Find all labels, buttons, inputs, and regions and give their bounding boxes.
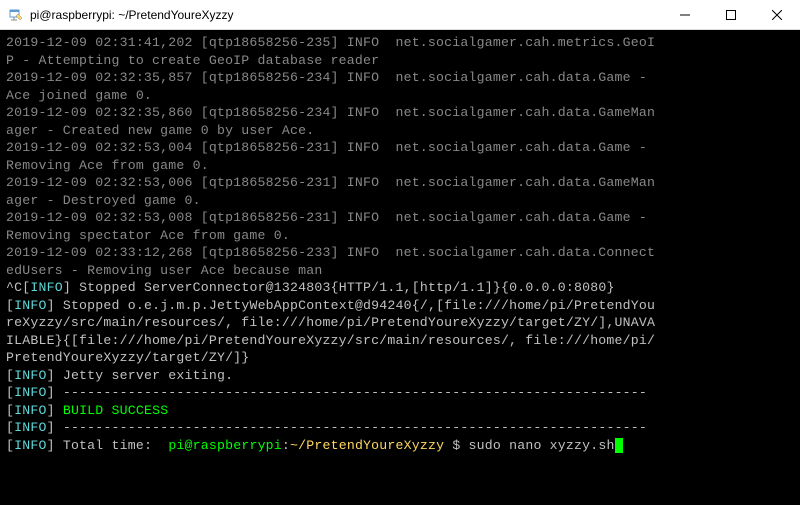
interrupt-signal: ^C — [6, 280, 22, 295]
log-text: Jetty server exiting. — [55, 368, 234, 383]
terminal-output[interactable]: 2019-12-09 02:31:41,202 [qtp18658256-235… — [0, 30, 800, 505]
separator-line: ----------------------------------------… — [55, 385, 647, 400]
log-text: Stopped o.e.j.m.p.JettyWebAppContext@d94… — [55, 298, 655, 313]
command-input[interactable]: sudo nano xyzzy.sh — [469, 438, 615, 453]
bracket: ] — [47, 368, 55, 383]
bracket: ] — [47, 420, 55, 435]
bracket: ] — [63, 280, 71, 295]
build-success: BUILD SUCCESS — [63, 403, 168, 418]
log-line: ager - Created new game 0 by user Ace. — [6, 123, 314, 138]
info-label: INFO — [14, 438, 46, 453]
log-line: 2019-12-09 02:32:35,860 [qtp18658256-234… — [6, 105, 655, 120]
info-label: INFO — [14, 368, 46, 383]
putty-icon — [8, 7, 24, 23]
bracket: [ — [6, 298, 14, 313]
bracket: ] — [47, 403, 55, 418]
bracket: ] — [47, 298, 55, 313]
info-label: INFO — [14, 420, 46, 435]
log-line: 2019-12-09 02:32:53,006 [qtp18658256-231… — [6, 175, 655, 190]
cursor-icon — [615, 438, 623, 453]
prompt-end: $ — [444, 438, 468, 453]
window-title: pi@raspberrypi: ~/PretendYoureXyzzy — [30, 8, 662, 22]
minimize-button[interactable] — [662, 0, 708, 29]
info-label: INFO — [30, 280, 62, 295]
log-line: Removing Ace from game 0. — [6, 158, 209, 173]
log-line: 2019-12-09 02:32:53,008 [qtp18658256-231… — [6, 210, 655, 225]
log-line: ager - Destroyed game 0. — [6, 193, 201, 208]
window-titlebar: pi@raspberrypi: ~/PretendYoureXyzzy — [0, 0, 800, 30]
log-line: Removing spectator Ace from game 0. — [6, 228, 290, 243]
log-text: ILABLE}{[file:///home/pi/PretendYoureXyz… — [6, 333, 655, 348]
log-line: 2019-12-09 02:32:53,004 [qtp18658256-231… — [6, 140, 655, 155]
close-button[interactable] — [754, 0, 800, 29]
bracket: [ — [6, 403, 14, 418]
total-time-label: Total time: — [55, 438, 169, 453]
bracket: [ — [6, 368, 14, 383]
prompt-path: ~/PretendYoureXyzzy — [290, 438, 444, 453]
prompt-user: pi@raspberrypi — [168, 438, 282, 453]
prompt-sep: : — [282, 438, 290, 453]
log-text: reXyzzy/src/main/resources/, file:///hom… — [6, 315, 655, 330]
log-text: Stopped ServerConnector@1324803{HTTP/1.1… — [71, 280, 615, 295]
info-label: INFO — [14, 403, 46, 418]
window-controls — [662, 0, 800, 29]
log-line: Ace joined game 0. — [6, 88, 152, 103]
info-label: INFO — [14, 385, 46, 400]
bracket: [ — [6, 438, 14, 453]
bracket: [ — [6, 385, 14, 400]
log-line: 2019-12-09 02:32:35,857 [qtp18658256-234… — [6, 70, 655, 85]
bracket: ] — [47, 438, 55, 453]
log-line: 2019-12-09 02:33:12,268 [qtp18658256-233… — [6, 245, 655, 260]
log-line: edUsers - Removing user Ace because man — [6, 263, 322, 278]
bracket: ] — [47, 385, 55, 400]
bracket: [ — [6, 420, 14, 435]
log-text: PretendYoureXyzzy/target/ZY/]} — [6, 350, 249, 365]
separator-line: ----------------------------------------… — [55, 420, 647, 435]
log-line: P - Attempting to create GeoIP database … — [6, 53, 379, 68]
log-line: 2019-12-09 02:31:41,202 [qtp18658256-235… — [6, 35, 655, 50]
maximize-button[interactable] — [708, 0, 754, 29]
info-label: INFO — [14, 298, 46, 313]
